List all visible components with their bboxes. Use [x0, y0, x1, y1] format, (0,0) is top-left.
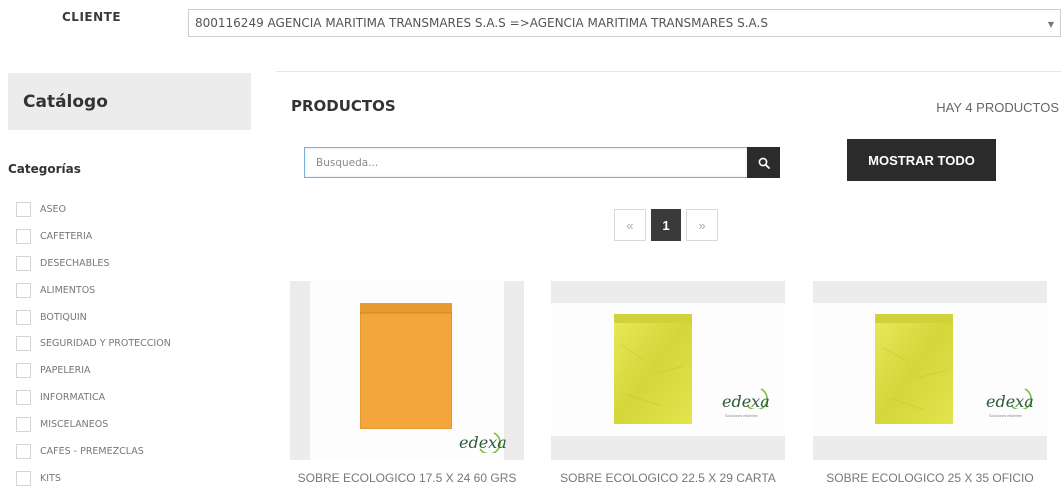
products-count: HAY 4 PRODUCTOS: [936, 100, 1059, 115]
category-checkbox[interactable]: [16, 282, 31, 298]
categories-title: Categorías: [8, 162, 81, 176]
product-name[interactable]: SOBRE ECOLOGICO 17.5 X 24 60 GRS: [290, 471, 524, 485]
product-card[interactable]: edexa SOBRE ECOLOGICO 17.5 X 24 60 GRS: [290, 281, 524, 485]
product-card[interactable]: edexa Soluciones eficientes SOBRE ECOLOG…: [813, 281, 1047, 485]
category-checkbox[interactable]: [16, 255, 31, 271]
category-item-cafes[interactable]: CAFES - PREMEZCLAS: [16, 438, 171, 465]
category-label: BOTIQUIN: [40, 311, 87, 323]
brand-logo-text: edexa: [722, 392, 770, 411]
pagination-prev[interactable]: «: [614, 209, 646, 241]
category-item-botiquin[interactable]: BOTIQUIN: [16, 304, 171, 331]
divider: [276, 71, 1061, 72]
client-label: CLIENTE: [62, 10, 122, 24]
pagination-page-current[interactable]: 1: [651, 209, 681, 241]
category-item-desechables[interactable]: DESECHABLES: [16, 250, 171, 277]
search-button[interactable]: [747, 147, 780, 178]
category-label: CAFETERIA: [40, 230, 93, 242]
category-checkbox[interactable]: [16, 228, 31, 244]
category-checkbox[interactable]: [16, 390, 31, 406]
brand-logo-text: edexa: [459, 433, 507, 452]
envelope-image: [360, 303, 452, 429]
search-bar: [304, 147, 780, 178]
search-input[interactable]: [304, 147, 747, 178]
category-label: SEGURIDAD Y PROTECCION: [40, 338, 171, 350]
category-item-aseo[interactable]: ASEO: [16, 196, 171, 223]
brand-logo-text: edexa: [986, 392, 1034, 411]
product-name[interactable]: SOBRE ECOLOGICO 22.5 X 29 CARTA: [551, 471, 785, 485]
pagination-next[interactable]: »: [686, 209, 718, 241]
category-checkbox[interactable]: [16, 443, 31, 459]
product-card[interactable]: edexa Soluciones eficientes SOBRE ECOLOG…: [551, 281, 785, 485]
category-label: MISCELANEOS: [40, 419, 109, 431]
show-all-button[interactable]: MOSTRAR TODO: [847, 139, 996, 181]
brand-tagline: Soluciones eficientes: [725, 414, 758, 418]
category-checkbox[interactable]: [16, 417, 31, 433]
product-image[interactable]: edexa: [290, 281, 524, 460]
product-name[interactable]: SOBRE ECOLOGICO 25 X 35 OFICIO: [813, 471, 1047, 485]
category-item-kits[interactable]: KITS: [16, 465, 171, 492]
category-label: ALIMENTOS: [40, 284, 96, 296]
category-label: PAPELERIA: [40, 365, 91, 377]
category-label: DESECHABLES: [40, 257, 110, 269]
category-checkbox[interactable]: [16, 363, 31, 379]
category-checkbox[interactable]: [16, 201, 31, 217]
category-label: KITS: [40, 472, 61, 484]
page-title: PRODUCTOS: [291, 97, 396, 115]
client-select[interactable]: 800116249 AGENCIA MARITIMA TRANSMARES S.…: [188, 9, 1061, 37]
brand-tagline: Soluciones eficientes: [989, 414, 1022, 418]
client-select-value: 800116249 AGENCIA MARITIMA TRANSMARES S.…: [195, 16, 768, 30]
envelope-image: [875, 314, 953, 424]
category-checkbox[interactable]: [16, 336, 31, 352]
dropdown-arrow-icon[interactable]: ▼: [1045, 18, 1057, 30]
product-image[interactable]: edexa Soluciones eficientes: [813, 281, 1047, 460]
pagination: « 1 »: [614, 209, 718, 241]
category-item-cafeteria[interactable]: CAFETERIA: [16, 223, 171, 250]
category-list: ASEO CAFETERIA DESECHABLES ALIMENTOS BOT…: [16, 196, 171, 492]
category-label: INFORMATICA: [40, 392, 106, 404]
category-item-alimentos[interactable]: ALIMENTOS: [16, 277, 171, 304]
envelope-image: [614, 314, 692, 424]
search-icon: [758, 157, 770, 169]
product-image[interactable]: edexa Soluciones eficientes: [551, 281, 785, 460]
category-item-seguridad[interactable]: SEGURIDAD Y PROTECCION: [16, 330, 171, 357]
category-label: ASEO: [40, 203, 67, 215]
category-item-informatica[interactable]: INFORMATICA: [16, 384, 171, 411]
catalog-header: Catálogo: [8, 73, 251, 130]
catalog-title: Catálogo: [23, 91, 108, 112]
category-item-papeleria[interactable]: PAPELERIA: [16, 357, 171, 384]
category-label: CAFES - PREMEZCLAS: [40, 445, 144, 457]
category-item-miscelaneos[interactable]: MISCELANEOS: [16, 411, 171, 438]
category-checkbox[interactable]: [16, 309, 31, 325]
